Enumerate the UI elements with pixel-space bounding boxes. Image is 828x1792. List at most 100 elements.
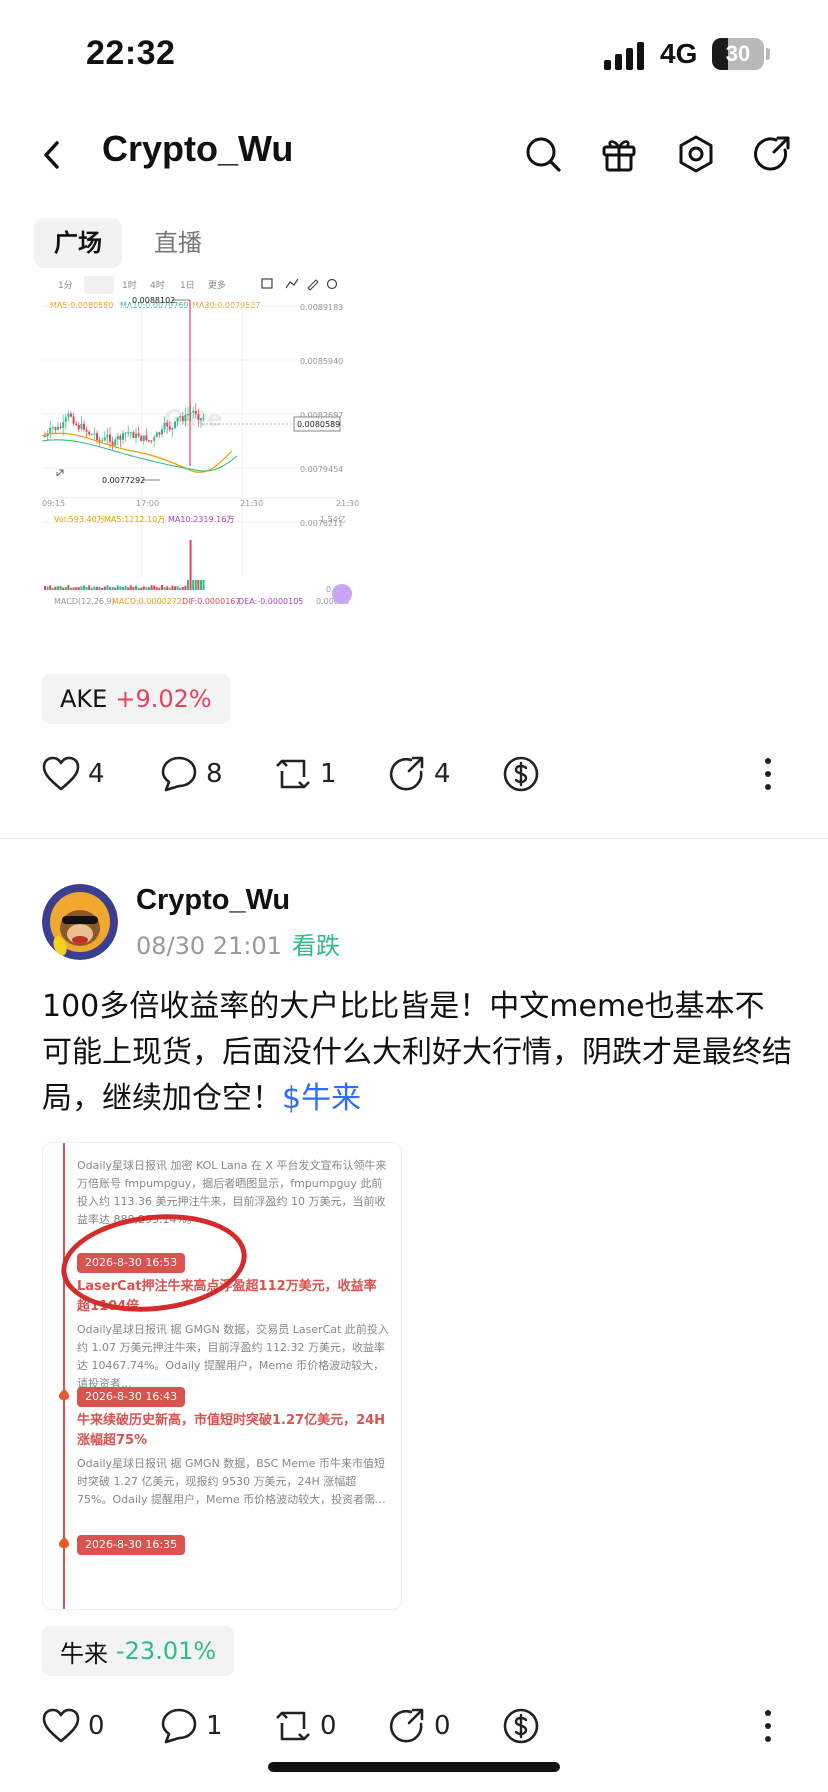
- tab-square[interactable]: 广场: [34, 218, 122, 268]
- like-button[interactable]: 4: [42, 744, 105, 804]
- dollar-coin-icon: [503, 1708, 539, 1744]
- token-chip-ake[interactable]: AKE +9.02%: [42, 674, 230, 724]
- volume-bar: [54, 586, 57, 590]
- volume-bar: [44, 585, 46, 590]
- avatar[interactable]: [42, 884, 118, 960]
- heart-icon: [42, 1708, 80, 1743]
- more-vertical-icon: [765, 758, 771, 790]
- share-count: 4: [434, 759, 451, 789]
- page-title: Crypto_Wu: [102, 128, 294, 169]
- author-name[interactable]: Crypto_Wu: [136, 884, 290, 917]
- news-headline: 牛来续破历史新高，市值短时突破1.27亿美元，24H涨幅超75%: [77, 1413, 386, 1448]
- volume-bar: [158, 587, 161, 590]
- candle-body: [96, 433, 98, 441]
- comment-count: 1: [206, 1711, 223, 1741]
- post-text: 100多倍收益率的大户比比皆是！中文meme也基本不可能上现货，后面没什么大利好…: [42, 989, 792, 1116]
- post-image-chart[interactable]: 1分15分1时4时1日更多 MA5:0.0080580 MA10:0.00797…: [42, 276, 402, 656]
- volume-bar: [119, 586, 122, 590]
- candle-body: [150, 440, 153, 442]
- post-image-news[interactable]: Odaily星球日报讯 加密 KOL Lana 在 X 平台发文宣布认领牛来万倍…: [42, 1142, 402, 1610]
- post-time: 08/30 21:01: [136, 932, 282, 960]
- candle-body: [72, 416, 75, 424]
- timeframe-option[interactable]: 1日: [180, 280, 195, 291]
- timeframe-option[interactable]: 1时: [122, 279, 137, 291]
- tip-button[interactable]: [502, 744, 540, 804]
- volume-bar: [197, 580, 200, 590]
- volume-bar: [59, 585, 62, 590]
- vol-label: Vol:593.40万: [54, 515, 105, 524]
- candle-body: [90, 434, 93, 436]
- tip-button[interactable]: [502, 1696, 540, 1756]
- post-actions: 0 1 0 0: [42, 1696, 788, 1756]
- candle-body: [140, 436, 143, 441]
- repost-button[interactable]: 1: [274, 744, 337, 804]
- post-actions: 4 8 1 4: [42, 744, 788, 804]
- expand-icon[interactable]: [56, 469, 64, 477]
- volume-bar: [142, 586, 145, 590]
- post-divider: [0, 838, 828, 839]
- post-body: 100多倍收益率的大户比比皆是！中文meme也基本不可能上现货，后面没什么大利好…: [42, 984, 792, 1122]
- token-tag-link[interactable]: $牛来: [282, 1081, 361, 1116]
- candle-body: [194, 410, 197, 415]
- candle-body: [111, 441, 114, 446]
- tab-live[interactable]: 直播: [134, 218, 222, 268]
- volume-bar: [106, 585, 109, 590]
- settings-icon[interactable]: [671, 126, 721, 182]
- low-price-label: 0.0077292: [102, 476, 145, 485]
- gift-icon[interactable]: [594, 126, 644, 182]
- timeframe-option[interactable]: 1分: [58, 280, 73, 291]
- volume-bar: [171, 585, 174, 590]
- floating-bubble-icon[interactable]: [332, 584, 352, 604]
- candle-body: [142, 435, 145, 441]
- comment-button[interactable]: 8: [160, 744, 223, 804]
- candle-body: [77, 424, 80, 430]
- share-post-button[interactable]: 4: [388, 744, 451, 804]
- volume-bar: [64, 587, 67, 590]
- macd-label: MACD(12,26,9): [54, 597, 115, 606]
- battery-percent: 30: [725, 41, 751, 66]
- price-tick: 0.0085940: [300, 357, 343, 366]
- volume-bar: [116, 585, 119, 590]
- candle-body: [163, 422, 166, 430]
- candle-body: [132, 432, 135, 439]
- like-button[interactable]: 0: [42, 1696, 105, 1756]
- fire-icon: [59, 1536, 69, 1548]
- candle-body: [158, 432, 161, 435]
- volume-bar: [93, 586, 96, 590]
- volume-bar: [49, 585, 52, 590]
- like-count: 0: [88, 1711, 105, 1741]
- fire-icon: [59, 1388, 69, 1400]
- volume-bar: [114, 587, 117, 590]
- volume-bar: [67, 585, 70, 590]
- volume-bar: [83, 585, 85, 590]
- candle-body: [101, 440, 104, 442]
- volume-bar: [96, 586, 98, 590]
- timeframe-option[interactable]: 4时: [150, 279, 165, 291]
- volume-bar: [163, 586, 166, 590]
- candle-body: [57, 426, 59, 430]
- volume-bar: [109, 586, 111, 590]
- candle-body: [83, 423, 85, 430]
- share-post-button[interactable]: 0: [388, 1696, 451, 1756]
- token-chip-niulai[interactable]: 牛来 -23.01%: [42, 1626, 235, 1676]
- more-button[interactable]: [758, 744, 778, 804]
- candle-body: [176, 417, 179, 422]
- comment-button[interactable]: 1: [160, 1696, 223, 1756]
- repost-button[interactable]: 0: [274, 1696, 337, 1756]
- back-icon[interactable]: [30, 130, 74, 180]
- more-vertical-icon: [765, 1710, 771, 1742]
- volume-bar: [101, 587, 104, 590]
- share-arrow-icon: [389, 1708, 424, 1743]
- candle-body: [51, 427, 54, 429]
- comment-icon: [161, 756, 197, 792]
- more-button[interactable]: [758, 1696, 778, 1756]
- search-icon[interactable]: [518, 126, 568, 182]
- candle-body: [88, 431, 91, 435]
- volume-bar: [77, 587, 80, 590]
- share-icon[interactable]: [747, 126, 797, 182]
- candle-body: [109, 434, 111, 442]
- volume-bar: [111, 586, 114, 590]
- volume-bar: [192, 580, 195, 590]
- timeframe-option[interactable]: 更多: [208, 279, 226, 291]
- volume-bar: [184, 585, 187, 590]
